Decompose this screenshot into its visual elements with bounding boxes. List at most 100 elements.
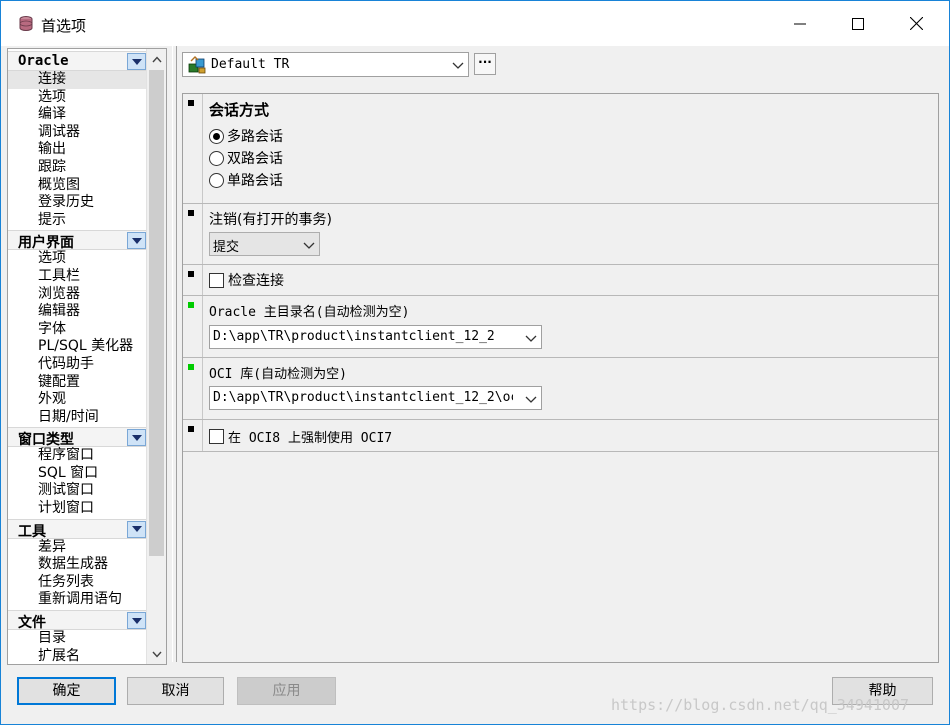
session-mode-option-multi[interactable]: 多路会话 (209, 126, 283, 146)
chevron-down-icon (151, 651, 162, 658)
nav-item[interactable]: 编译 (8, 106, 146, 124)
triangle-down-icon (131, 617, 142, 624)
logoff-section: 注销(有打开的事务) 提交 (183, 204, 938, 265)
oracle-home-select[interactable]: D:\app\TR\product\instantclient_12_2 (209, 325, 542, 349)
chevron-down-icon (452, 62, 464, 69)
nav-item[interactable]: 扩展名 (8, 648, 146, 664)
nav-item[interactable]: 登录历史 (8, 194, 146, 212)
nav-item[interactable]: 计划窗口 (8, 500, 146, 518)
triangle-down-icon (131, 526, 142, 533)
oci-library-title: OCI 库(自动检测为空) (209, 367, 347, 382)
collapse-group-button[interactable] (127, 53, 146, 70)
category-nav: Oracle 连接 选项 编译 调试器 输出 跟踪 概览图 登录历史 提示 用户界面 选项 工具栏 浏览器… (7, 48, 167, 665)
collapse-group-button[interactable] (127, 429, 146, 447)
chevron-up-icon (151, 55, 162, 62)
force-oci7-label: 在 OCI8 上强制使用 OCI7 (228, 430, 393, 446)
checkbox[interactable] (209, 428, 224, 444)
oci-library-value: D:\app\TR\product\instantclient_12_2\oci… (213, 390, 513, 405)
nav-item[interactable]: SQL 窗口 (8, 465, 146, 483)
chevron-down-icon (525, 335, 537, 342)
options-panel: 会话方式 多路会话 双路会话 单路会话 注销(有打开的事务) 提交 检查连接 O… (182, 93, 939, 663)
nav-item[interactable]: 概览图 (8, 177, 146, 195)
triangle-down-icon (131, 237, 142, 244)
force-oci7-section: 在 OCI8 上强制使用 OCI7 (183, 420, 938, 452)
checkbox[interactable] (209, 272, 224, 288)
nav-item[interactable]: 浏览器 (8, 286, 146, 304)
force-oci7-option[interactable]: 在 OCI8 上强制使用 OCI7 (209, 426, 392, 446)
section-marker (188, 100, 194, 106)
title-bar[interactable]: 首选项 (1, 1, 949, 46)
nav-group-header[interactable]: 窗口类型 (8, 427, 146, 449)
session-mode-option-single[interactable]: 单路会话 (209, 170, 283, 190)
oci-library-select[interactable]: D:\app\TR\product\instantclient_12_2\oci… (209, 386, 542, 410)
maximize-icon (852, 17, 864, 30)
nav-group-label: 文件 (18, 615, 46, 632)
session-mode-section: 会话方式 多路会话 双路会话 单路会话 (183, 94, 938, 204)
profile-select[interactable]: Default TR (182, 52, 469, 77)
section-marker (188, 426, 194, 432)
radio-button[interactable] (209, 172, 224, 188)
session-mode-option-dual[interactable]: 双路会话 (209, 148, 283, 168)
maximize-button[interactable] (829, 1, 887, 46)
nav-item[interactable]: 编辑器 (8, 303, 146, 321)
scroll-up-button[interactable] (147, 49, 166, 69)
close-icon (909, 17, 923, 30)
oci-library-section: OCI 库(自动检测为空) D:\app\TR\product\instantc… (183, 358, 938, 420)
nav-group-header[interactable]: 工具 (8, 518, 146, 540)
check-connection-label: 检查连接 (228, 273, 284, 289)
nav-item[interactable]: 字体 (8, 321, 146, 339)
nav-group-header[interactable]: Oracle (8, 51, 146, 71)
nav-item[interactable]: 目录 (8, 630, 146, 648)
database-icon (19, 16, 33, 31)
close-button[interactable] (887, 1, 945, 46)
ok-button[interactable]: 确定 (17, 677, 116, 705)
nav-item[interactable]: 测试窗口 (8, 482, 146, 500)
nav-item[interactable]: 键配置 (8, 374, 146, 392)
section-marker (188, 364, 194, 370)
triangle-down-icon (131, 58, 142, 65)
nav-group-header[interactable]: 用户界面 (8, 230, 146, 251)
splitter[interactable] (172, 46, 177, 662)
dialog-body: Oracle 连接 选项 编译 调试器 输出 跟踪 概览图 登录历史 提示 用户界面 选项 工具栏 浏览器… (1, 46, 949, 724)
nav-item[interactable]: 日期/时间 (8, 409, 146, 427)
nav-group-label: 窗口类型 (18, 432, 74, 449)
nav-group-header[interactable]: 文件 (8, 610, 146, 632)
nav-item[interactable]: 连接 (8, 71, 146, 89)
scroll-thumb[interactable] (149, 70, 164, 556)
check-connection-section: 检查连接 (183, 265, 938, 296)
nav-item[interactable]: 程序窗口 (8, 447, 146, 465)
nav-item[interactable]: 工具栏 (8, 268, 146, 286)
cancel-button[interactable]: 取消 (127, 677, 224, 705)
triangle-down-icon (131, 434, 142, 441)
nav-item[interactable]: 差异 (8, 539, 146, 557)
collapse-group-button[interactable] (127, 612, 146, 630)
nav-item[interactable]: 任务列表 (8, 574, 146, 592)
preferences-window: 首选项 Oracle 连接 选项 编译 调试器 输出 跟踪 概览图 登录历史 提示 用户界面 选项 工具… (0, 0, 950, 725)
collapse-group-button[interactable] (127, 520, 146, 538)
radio-button[interactable] (209, 128, 224, 144)
nav-scrollbar[interactable] (146, 49, 166, 664)
chevron-down-icon (525, 396, 537, 403)
nav-group-label: Oracle (18, 53, 69, 69)
nav-item[interactable]: 调试器 (8, 124, 146, 142)
nav-item[interactable]: 重新调用语句 (8, 591, 146, 609)
nav-item[interactable]: 选项 (8, 89, 146, 107)
oracle-home-title: Oracle 主目录名(自动检测为空) (209, 305, 410, 320)
profile-more-button[interactable]: ··· (474, 53, 496, 75)
logoff-select[interactable]: 提交 (209, 232, 320, 256)
nav-item[interactable]: PL/SQL 美化器 (8, 338, 146, 356)
scroll-down-button[interactable] (147, 644, 166, 664)
radio-button[interactable] (209, 150, 224, 166)
collapse-group-button[interactable] (127, 232, 146, 250)
nav-item[interactable]: 提示 (8, 212, 146, 230)
nav-item[interactable]: 代码助手 (8, 356, 146, 374)
check-connection-option[interactable]: 检查连接 (209, 270, 284, 290)
oracle-home-value: D:\app\TR\product\instantclient_12_2 (213, 329, 495, 344)
minimize-button[interactable] (771, 1, 829, 46)
nav-item[interactable]: 选项 (8, 250, 146, 268)
nav-item[interactable]: 外观 (8, 391, 146, 409)
nav-item[interactable]: 跟踪 (8, 159, 146, 177)
nav-item[interactable]: 数据生成器 (8, 556, 146, 574)
nav-item[interactable]: 输出 (8, 141, 146, 159)
apply-button[interactable]: 应用 (237, 677, 336, 705)
